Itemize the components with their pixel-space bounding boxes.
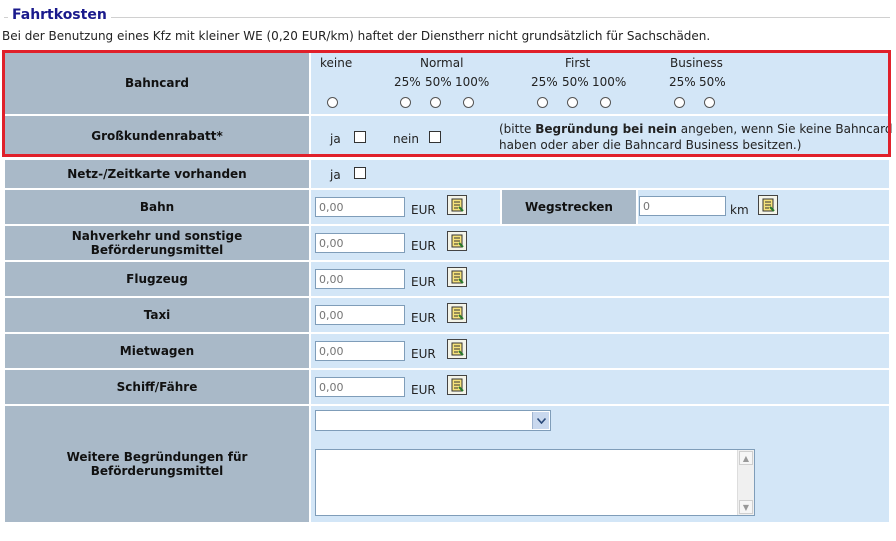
bahncard-first-label: First <box>565 56 591 70</box>
rabatt-nein-checkbox[interactable] <box>429 131 441 143</box>
bahncard-keine-label: keine <box>320 56 353 70</box>
netzkarte-label: Netz-/Zeitkarte vorhanden <box>5 160 309 188</box>
business-25-label: 25% <box>669 75 696 89</box>
nahverkehr-label: Nahverkehr und sonstige Beförderungsmitt… <box>5 226 309 260</box>
netzkarte-ja-checkbox[interactable] <box>354 167 366 179</box>
business-50-label: 50% <box>699 75 726 89</box>
schiff-unit: EUR <box>411 383 436 397</box>
first-50-label: 50% <box>562 75 589 89</box>
taxi-unit: EUR <box>411 311 436 325</box>
bahn-label: Bahn <box>5 190 309 224</box>
mietwagen-unit: EUR <box>411 347 436 361</box>
rabatt-ja-checkbox[interactable] <box>354 131 366 143</box>
nahverkehr-calculator-icon[interactable] <box>447 231 467 251</box>
taxi-calculator-icon[interactable] <box>447 303 467 323</box>
fieldset-border <box>4 17 890 18</box>
first-100-label: 100% <box>592 75 627 89</box>
mietwagen-input[interactable] <box>315 341 405 361</box>
rabatt-ja-label: ja <box>330 132 341 146</box>
flugzeug-input[interactable] <box>315 269 405 289</box>
rabatt-label: Großkundenrabatt* <box>5 116 309 156</box>
netzkarte-ja-label: ja <box>330 168 341 182</box>
radio-bahncard-keine[interactable] <box>327 97 338 108</box>
radio-business-50[interactable] <box>704 97 715 108</box>
first-25-label: 25% <box>531 75 558 89</box>
taxi-label: Taxi <box>5 298 309 332</box>
bahncard-normal-label: Normal <box>420 56 464 70</box>
flugzeug-calculator-icon[interactable] <box>447 267 467 287</box>
flugzeug-label: Flugzeug <box>5 262 309 296</box>
radio-normal-100[interactable] <box>463 97 474 108</box>
normal-50-label: 50% <box>425 75 452 89</box>
chevron-down-icon[interactable] <box>532 412 549 429</box>
flugzeug-unit: EUR <box>411 275 436 289</box>
bahn-calculator-icon[interactable] <box>447 195 467 215</box>
weitere-select[interactable] <box>315 410 551 431</box>
nahverkehr-unit: EUR <box>411 239 436 253</box>
radio-first-50[interactable] <box>567 97 578 108</box>
wegstrecken-input[interactable] <box>639 196 726 216</box>
scroll-up-icon[interactable]: ▲ <box>739 451 753 465</box>
bahn-unit: EUR <box>411 203 436 217</box>
radio-first-100[interactable] <box>600 97 611 108</box>
rabatt-hint-line1: (bitte Begründung bei nein angeben, wenn… <box>499 122 893 136</box>
rabatt-nein-label: nein <box>393 132 419 146</box>
radio-normal-25[interactable] <box>400 97 411 108</box>
radio-normal-50[interactable] <box>430 97 441 108</box>
wegstrecken-label: Wegstrecken <box>502 190 636 224</box>
wegstrecken-calculator-icon[interactable] <box>758 195 778 215</box>
normal-100-label: 100% <box>455 75 490 89</box>
bahncard-business-label: Business <box>670 56 723 70</box>
schiff-input[interactable] <box>315 377 405 397</box>
schiff-label: Schiff/Fähre <box>5 370 309 404</box>
normal-25-label: 25% <box>394 75 421 89</box>
nahverkehr-input[interactable] <box>315 233 405 253</box>
mietwagen-label: Mietwagen <box>5 334 309 368</box>
rabatt-hint-line2: haben oder aber die Bahncard Business be… <box>499 138 802 152</box>
scroll-down-icon[interactable]: ▼ <box>739 500 753 514</box>
radio-first-25[interactable] <box>537 97 548 108</box>
weitere-label: Weitere Begründungen für Beförderungsmit… <box>5 406 309 522</box>
taxi-input[interactable] <box>315 305 405 325</box>
textarea-scrollbar[interactable]: ▲ ▼ <box>737 450 754 515</box>
weitere-textarea[interactable]: ▲ ▼ <box>315 449 755 516</box>
section-title: Fahrtkosten <box>8 7 111 23</box>
wegstrecken-unit: km <box>730 203 749 217</box>
schiff-calculator-icon[interactable] <box>447 375 467 395</box>
liability-note: Bei der Benutzung eines Kfz mit kleiner … <box>2 29 711 43</box>
bahncard-label: Bahncard <box>5 52 309 114</box>
radio-business-25[interactable] <box>674 97 685 108</box>
mietwagen-calculator-icon[interactable] <box>447 339 467 359</box>
netzkarte-options <box>311 160 889 188</box>
bahn-input[interactable] <box>315 197 405 217</box>
